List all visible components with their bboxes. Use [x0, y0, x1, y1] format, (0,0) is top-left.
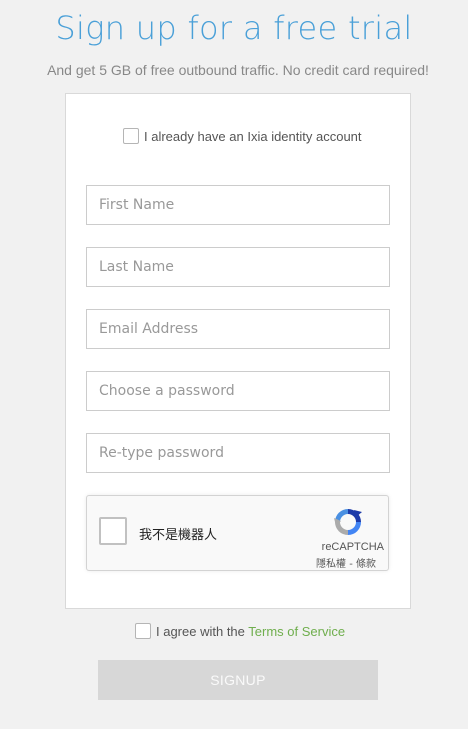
recaptcha-brand: reCAPTCHA	[321, 541, 384, 553]
recaptcha-checkbox[interactable]	[99, 517, 127, 545]
page-title: Sign up for a free trial	[55, 9, 413, 47]
retype-password-input[interactable]	[86, 433, 390, 473]
recaptcha-label: 我不是機器人	[139, 528, 218, 543]
first-name-input[interactable]	[86, 185, 390, 225]
page-subtitle: And get 5 GB of free outbound traffic. N…	[47, 62, 429, 78]
terms-checkbox[interactable]	[135, 623, 151, 640]
last-name-input[interactable]	[86, 247, 390, 287]
terms-prefix: I agree with the	[156, 624, 245, 639]
identity-account-label: I already have an Ixia identity account	[144, 129, 362, 144]
recaptcha-logo-icon	[334, 509, 362, 535]
recaptcha-widget: 我不是機器人 reCAPTCHA 隱私權 - 條款	[86, 495, 389, 571]
signup-form-card: I already have an Ixia identity account …	[65, 93, 411, 609]
recaptcha-privacy-terms-links[interactable]: 隱私權 - 條款	[316, 555, 376, 570]
terms-agreement[interactable]: I agree with the Terms of Service	[135, 623, 345, 640]
terms-of-service-link[interactable]: Terms of Service	[248, 624, 345, 639]
identity-account-checkbox[interactable]	[123, 128, 139, 145]
signup-button[interactable]: SIGNUP	[98, 660, 378, 700]
password-input[interactable]	[86, 371, 390, 411]
email-input[interactable]	[86, 309, 390, 349]
identity-account-option[interactable]: I already have an Ixia identity account	[123, 128, 362, 145]
